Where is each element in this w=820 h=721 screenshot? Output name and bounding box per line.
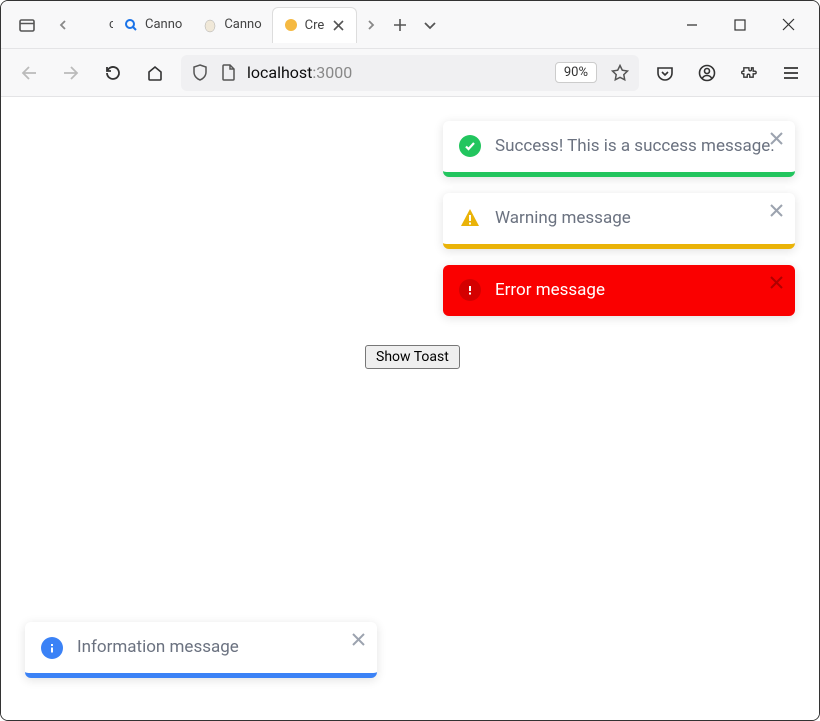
forward-button[interactable] [55,57,87,89]
tab-label: Canno [145,17,182,32]
close-icon[interactable] [352,632,365,650]
close-icon[interactable] [770,275,783,293]
tab-label: Canno [224,17,261,32]
toast-info: Information message [25,622,377,678]
tab-0[interactable]: c [77,7,113,43]
tab-3-active[interactable]: Cre [272,7,358,43]
tab-label: Cre [305,18,325,33]
orange-circle-icon [283,17,299,33]
tab-2[interactable]: Canno [192,7,271,43]
bookmark-star-icon[interactable] [611,64,629,82]
tab-scroll-right[interactable] [357,7,385,43]
menu-hamburger-icon[interactable] [775,57,807,89]
account-icon[interactable] [691,57,723,89]
toast-warning: Warning message [443,193,795,249]
reload-button[interactable] [97,57,129,89]
tab-1[interactable]: Canno [113,7,192,43]
shield-icon[interactable] [191,64,209,82]
toast-success: Success! This is a success message. [443,121,795,177]
close-icon[interactable] [770,131,783,149]
url-port: :3000 [312,63,352,82]
tabs-dropdown[interactable] [415,7,445,43]
check-circle-icon [459,135,481,157]
close-icon[interactable] [770,203,783,221]
page-icon [219,64,237,82]
info-circle-icon [41,637,63,659]
toast-message: Information message [77,636,239,659]
toast-message: Success! This is a success message. [495,135,775,158]
toast-error: Error message [443,265,795,316]
address-bar[interactable]: localhost:3000 90% [181,55,639,91]
warning-triangle-icon [459,207,481,229]
url-hostname: localhost [247,63,312,82]
maximize-button[interactable] [717,7,763,43]
generic-tab-icon [87,17,103,33]
footer-brand: Vercel [412,641,462,662]
toast-message: Error message [495,279,605,302]
close-window-button[interactable] [765,7,811,43]
tab-scroll-left[interactable] [49,7,77,43]
pocket-icon[interactable] [649,57,681,89]
egg-icon [202,17,218,33]
new-tab-button[interactable] [385,7,415,43]
back-button[interactable] [13,57,45,89]
vercel-logo: Vercel [393,641,462,662]
error-circle-icon [459,279,481,301]
close-tab-icon[interactable] [330,17,346,33]
toast-message: Warning message [495,207,631,230]
sidebar-toggle[interactable] [9,7,45,43]
zoom-level-badge[interactable]: 90% [555,62,597,83]
home-button[interactable] [139,57,171,89]
url-text[interactable]: localhost:3000 [247,63,545,82]
search-blue-icon [123,17,139,33]
extensions-icon[interactable] [733,57,765,89]
show-toast-button[interactable]: Show Toast [365,345,460,369]
minimize-button[interactable] [669,7,715,43]
